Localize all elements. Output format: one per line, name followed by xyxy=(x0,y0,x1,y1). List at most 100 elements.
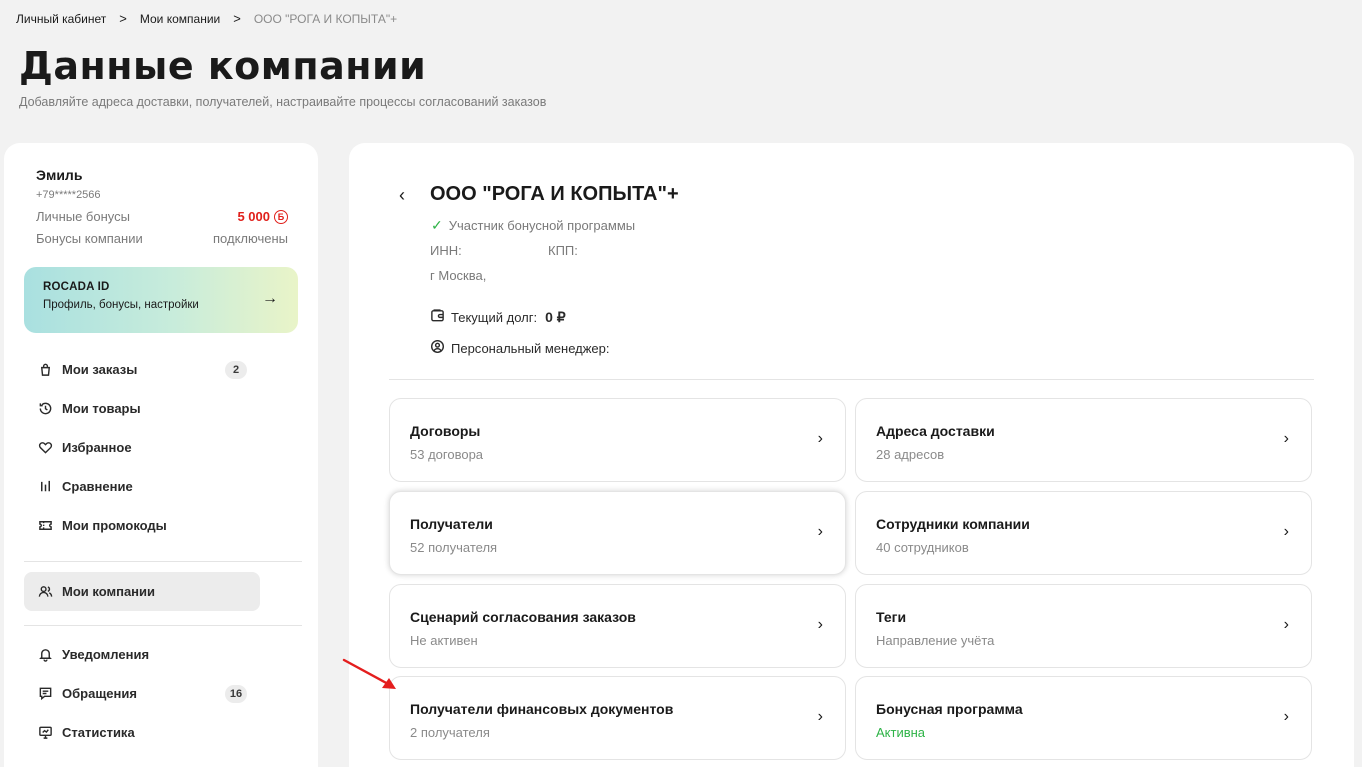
breadcrumb-separator-icon: > xyxy=(119,11,127,26)
card-subtitle: Направление учёта xyxy=(876,633,995,648)
breadcrumb-current-company: ООО "РОГА И КОПЫТА"+ xyxy=(253,11,398,26)
card-title: Теги xyxy=(876,609,907,625)
chevron-right-icon: › xyxy=(817,430,823,447)
chevron-right-icon: › xyxy=(1283,523,1289,540)
monitor-icon xyxy=(36,725,54,740)
card-title: Получатели финансовых документов xyxy=(410,701,674,717)
personal-bonus-amount: 5 000 xyxy=(237,209,270,224)
debt-value: 0 ₽ xyxy=(545,308,566,325)
sidebar-divider xyxy=(24,561,302,562)
rocada-id-title: ROCADA ID xyxy=(43,281,110,293)
rocada-id-card[interactable]: ROCADA ID Профиль, бонусы, настройки → xyxy=(24,267,298,333)
sidebar-item-label: Избранное xyxy=(62,440,132,455)
sidebar-item-label: Уведомления xyxy=(62,647,150,662)
chat-icon xyxy=(36,686,54,701)
sidebar-item-label: Мои товары xyxy=(62,401,141,416)
bag-icon xyxy=(36,362,54,377)
requests-count-badge: 16 xyxy=(225,684,247,703)
card-subtitle-status: Активна xyxy=(876,725,926,740)
card-bonus-program[interactable]: Бонусная программа Активна › xyxy=(855,676,1312,760)
card-title: Бонусная программа xyxy=(876,701,1023,717)
card-tags[interactable]: Теги Направление учёта › xyxy=(855,584,1312,668)
sidebar-item-label: Мои промокоды xyxy=(62,518,167,533)
sidebar-item-label: Обращения xyxy=(62,686,137,701)
sidebar-item-my-companies[interactable]: Мои компании xyxy=(24,572,260,611)
sidebar-item-favorites[interactable]: Избранное xyxy=(24,428,302,467)
card-employees[interactable]: Сотрудники компании 40 сотрудников › xyxy=(855,491,1312,575)
check-icon: ✓ xyxy=(431,217,443,233)
sidebar-divider xyxy=(24,625,302,626)
sidebar: Эмиль +79*****2566 Личные бонусы 5 000 Б… xyxy=(4,143,318,767)
chevron-right-icon: › xyxy=(1283,708,1289,725)
page-title: Данные компании xyxy=(19,44,427,88)
bonus-member-label: Участник бонусной программы xyxy=(448,218,636,233)
ticket-icon xyxy=(36,518,54,533)
rocada-id-subtitle: Профиль, бонусы, настройки xyxy=(43,299,199,311)
card-subtitle: 2 получателя xyxy=(410,725,490,740)
sidebar-item-compare[interactable]: Сравнение xyxy=(24,467,302,506)
card-recipients[interactable]: Получатели 52 получателя › xyxy=(389,491,846,575)
card-financial-doc-recipients[interactable]: Получатели финансовых документов 2 получ… xyxy=(389,676,846,760)
sidebar-item-promocodes[interactable]: Мои промокоды xyxy=(24,506,302,545)
bell-icon xyxy=(36,647,54,662)
bonus-member-status: ✓ Участник бонусной программы xyxy=(431,217,635,234)
compare-icon xyxy=(36,479,54,494)
company-bonus-row: Бонусы компании подключены xyxy=(36,231,288,246)
personal-bonus-value: 5 000 Б xyxy=(237,209,288,224)
breadcrumb-my-companies[interactable]: Мои компании xyxy=(140,12,220,26)
card-title: Адреса доставки xyxy=(876,423,995,439)
sidebar-item-requests[interactable]: Обращения 16 xyxy=(24,674,302,713)
card-subtitle: 53 договора xyxy=(410,447,484,462)
users-icon xyxy=(36,584,54,599)
card-title: Договоры xyxy=(410,423,481,439)
sidebar-item-statistics[interactable]: Статистика xyxy=(24,713,302,752)
bonus-coin-icon: Б xyxy=(274,209,288,224)
personal-bonus-label: Личные бонусы xyxy=(36,209,130,224)
sidebar-item-label: Мои компании xyxy=(62,584,156,599)
history-icon xyxy=(36,401,54,416)
card-subtitle: 40 сотрудников xyxy=(876,540,969,555)
annotation-arrow-icon xyxy=(342,658,396,689)
card-title: Получатели xyxy=(410,516,493,532)
chevron-right-icon: › xyxy=(817,616,823,633)
sidebar-item-label: Сравнение xyxy=(62,479,133,494)
card-title: Сотрудники компании xyxy=(876,516,1030,532)
sidebar-menu-secondary: Уведомления Обращения 16 Статистика xyxy=(24,635,302,752)
sidebar-item-label: Статистика xyxy=(62,725,135,740)
company-bonus-status: подключены xyxy=(213,231,288,246)
sidebar-item-notifications[interactable]: Уведомления xyxy=(24,635,302,674)
arrow-right-icon: → xyxy=(262,290,278,307)
sidebar-item-my-products[interactable]: Мои товары xyxy=(24,389,302,428)
user-name: Эмиль xyxy=(36,167,83,183)
sidebar-menu-main: Мои заказы 2 Мои товары Избранное Сравне… xyxy=(24,350,302,545)
orders-count-badge: 2 xyxy=(225,360,247,379)
personal-bonus-row: Личные бонусы 5 000 Б xyxy=(36,209,288,224)
kpp-label: КПП: xyxy=(548,243,578,258)
card-delivery-addresses[interactable]: Адреса доставки 28 адресов › xyxy=(855,398,1312,482)
user-circle-icon xyxy=(430,339,445,357)
company-bonus-label: Бонусы компании xyxy=(36,231,143,246)
personal-manager: Персональный менеджер: xyxy=(430,339,610,357)
debt-label: Текущий долг: xyxy=(451,309,538,325)
card-subtitle: 52 получателя xyxy=(410,540,498,555)
inn-label: ИНН: xyxy=(430,243,462,258)
sidebar-item-label: Мои заказы xyxy=(62,362,138,377)
breadcrumb: Личный кабинет > Мои компании > ООО "РОГ… xyxy=(16,11,397,26)
manager-label: Персональный менеджер: xyxy=(451,340,610,356)
chevron-right-icon: › xyxy=(1283,616,1289,633)
user-phone: +79*****2566 xyxy=(36,189,101,201)
back-chevron-icon[interactable]: ‹ xyxy=(399,185,405,206)
card-approval-scenario[interactable]: Сценарий согласования заказов Не активен… xyxy=(389,584,846,668)
card-title: Сценарий согласования заказов xyxy=(410,609,636,625)
sidebar-menu-companies: Мои компании xyxy=(24,572,302,611)
breadcrumb-personal-cabinet[interactable]: Личный кабинет xyxy=(16,12,106,26)
card-subtitle: Не активен xyxy=(410,633,478,648)
chevron-right-icon: › xyxy=(1283,430,1289,447)
page-subtitle: Добавляйте адреса доставки, получателей,… xyxy=(19,95,547,109)
current-debt: Текущий долг: 0 ₽ xyxy=(430,308,566,326)
chevron-right-icon: › xyxy=(817,708,823,725)
card-subtitle: 28 адресов xyxy=(876,447,945,462)
sidebar-item-my-orders[interactable]: Мои заказы 2 xyxy=(24,350,302,389)
card-contracts[interactable]: Договоры 53 договора › xyxy=(389,398,846,482)
company-name: ООО "РОГА И КОПЫТА"+ xyxy=(430,183,679,205)
